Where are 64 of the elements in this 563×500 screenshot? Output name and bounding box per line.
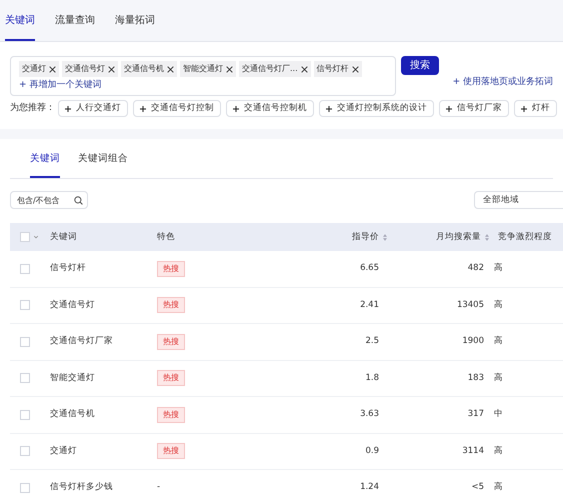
tag-text: 信号灯杆 (316, 63, 349, 75)
table-cell-text: 1.24 (359, 481, 379, 494)
region-select[interactable]: 全部地域 (474, 191, 563, 209)
table-cell-text: 智能交通灯 (50, 372, 96, 385)
tab[interactable]: 关键词 (30, 152, 60, 178)
table-cell-text: 2.41 (359, 298, 379, 312)
table-cell: - (157, 481, 160, 494)
table-cell-text: 0.9 (364, 444, 379, 458)
recommend-chip[interactable]: 人行交通灯 (58, 100, 128, 117)
tag-text: 交通信号灯 (65, 63, 105, 75)
column-header: 关键词 (50, 230, 78, 244)
table-cell: 高 (494, 372, 503, 385)
table-cell-text: 13405 (456, 298, 484, 312)
keyword-input[interactable]: 交通灯 交通信号灯 交通信号机 智能交通灯 交通信号灯厂... 信号灯杆 + 再增加一个关键词 (10, 56, 396, 96)
add-keyword-link[interactable]: + 再增加一个关键词 (19, 79, 388, 92)
table-cell: 中 (494, 408, 503, 422)
table-cell-text: 交通信号机 (50, 408, 96, 422)
tag-text: 交通信号机 (124, 63, 164, 75)
filter-field[interactable]: 包含/不包含 (10, 191, 88, 209)
hot-badge: 热搜 (157, 297, 185, 314)
recommend-chip[interactable]: 交通信号灯控制 (133, 100, 221, 117)
table-cell-text: 482 (466, 262, 484, 276)
table-cell-text: 6.65 (359, 262, 379, 276)
table-cell-text: 3114 (461, 444, 484, 458)
table-cell-text: 3.63 (359, 408, 379, 422)
landing-page-link[interactable]: + 使用落地页或业务拓词 (452, 76, 553, 90)
table-cell-text: 交通信号灯厂家 (50, 335, 114, 348)
table-cell-text: 1.8 (364, 372, 379, 385)
table-cell-text: 317 (466, 408, 484, 422)
table-cell: 高 (494, 481, 503, 494)
recommend-chip[interactable]: 交通信号控制机 (226, 100, 314, 117)
table-cell-text: 交通灯 (50, 444, 78, 458)
hot-badge: 热搜 (157, 443, 185, 460)
tab[interactable]: 流量查询 (55, 9, 95, 41)
hot-badge: 热搜 (157, 406, 185, 423)
column-header: 月均搜索量 (436, 230, 481, 244)
hot-badge: 热搜 (157, 334, 185, 350)
column-header: 竞争激烈程度 (498, 230, 552, 244)
search-button[interactable]: 搜索 (401, 56, 439, 75)
tag-text: 交通信号灯厂... (242, 63, 298, 75)
tag-text: 交通灯 (22, 63, 46, 75)
table-cell-text: 信号灯杆 (50, 262, 87, 276)
tab[interactable]: 关键词 (5, 9, 35, 41)
table-cell: 高 (494, 262, 503, 276)
table-cell: 高 (494, 444, 503, 458)
table-cell-text: <5 (470, 481, 484, 494)
hot-badge: 热搜 (157, 260, 185, 277)
tab[interactable]: 海量拓词 (115, 9, 155, 41)
recommend-chip[interactable]: 灯杆 (514, 100, 557, 117)
recommend-chip[interactable]: 交通灯控制系统的设计 (319, 100, 434, 117)
table-cell-text: 信号灯杆多少钱 (50, 481, 114, 494)
table-cell: 高 (494, 335, 503, 348)
hot-badge: 热搜 (157, 370, 185, 386)
recommend-label: 为您推荐： (10, 102, 55, 115)
table-cell-text: 1900 (461, 335, 484, 348)
recommend-chip[interactable]: 信号灯厂家 (439, 100, 509, 117)
column-header: 特色 (157, 230, 176, 244)
tab[interactable]: 关键词组合 (78, 152, 128, 178)
table-cell-text: 交通信号灯 (50, 298, 96, 312)
column-header: 指导价 (352, 230, 379, 244)
table-cell-text: 2.5 (364, 335, 379, 348)
table-cell-text: 183 (466, 372, 484, 385)
table-cell: 高 (494, 298, 503, 312)
tag-text: 智能交通灯 (183, 63, 223, 75)
